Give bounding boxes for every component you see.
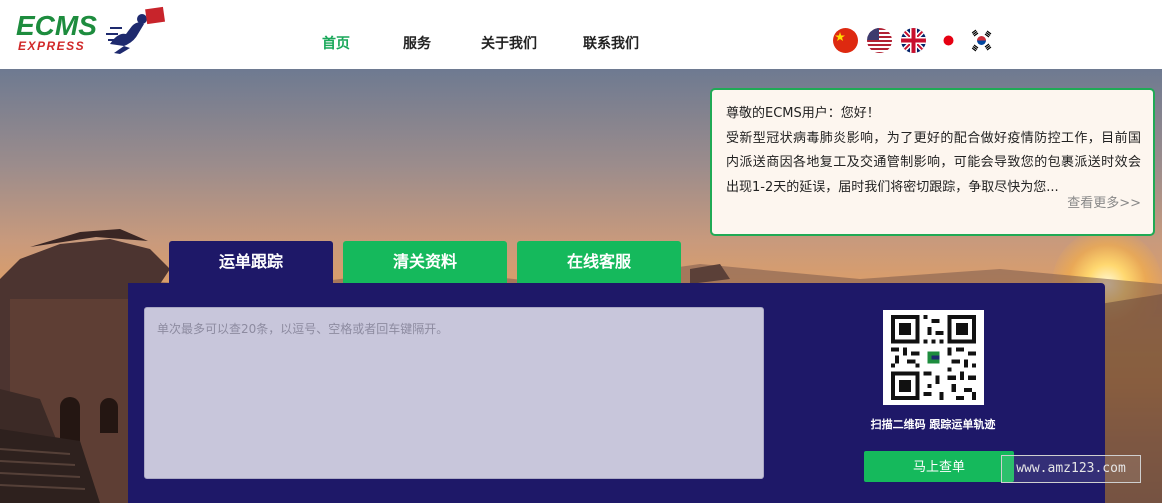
svg-text:ECMS: ECMS [16, 10, 97, 41]
usa-flag-icon[interactable] [867, 28, 892, 53]
wechat-qr-code [883, 310, 984, 405]
korea-flag-icon[interactable] [969, 28, 994, 53]
epidemic-notice: 尊敬的ECMS用户：您好！ 受新型冠状病毒肺炎影响，为了更好的配合做好疫情防控工… [710, 88, 1155, 236]
query-now-button[interactable]: 马上查单 [864, 451, 1014, 482]
tab-customs-clearance[interactable]: 清关资料 [343, 241, 507, 283]
japan-flag-icon[interactable] [941, 33, 956, 48]
chinese-flag-icon[interactable] [833, 28, 858, 53]
uk-flag-icon[interactable] [901, 28, 926, 53]
notice-more-link[interactable]: 查看更多>> [1067, 192, 1141, 217]
nav-home[interactable]: 首页 [322, 33, 350, 53]
ecms-express-logo[interactable]: ECMS EXPRESS [14, 4, 170, 56]
nav-services[interactable]: 服务 [403, 33, 431, 53]
tab-waybill-tracking[interactable]: 运单跟踪 [169, 241, 333, 283]
notice-title: 尊敬的ECMS用户：您好！ [726, 106, 880, 121]
nav-contact-us[interactable]: 联系我们 [583, 33, 639, 53]
svg-text:EXPRESS: EXPRESS [18, 39, 85, 53]
tracking-number-input[interactable] [144, 307, 764, 479]
notice-body: 受新型冠状病毒肺炎影响，为了更好的配合做好疫情防控工作，目前国内派送商因各地复工… [726, 130, 1141, 195]
header: ECMS EXPRESS 首页 服务 关于我们 联系我们 [0, 0, 1162, 69]
tab-online-service[interactable]: 在线客服 [517, 241, 681, 283]
tracking-panel: 扫描二维码 跟踪运单轨迹 马上查单 [128, 283, 1105, 503]
nav-about-us[interactable]: 关于我们 [481, 33, 537, 53]
qr-caption: 扫描二维码 跟踪运单轨迹 [870, 418, 996, 431]
amz123-watermark: www.amz123.com [1001, 455, 1141, 483]
